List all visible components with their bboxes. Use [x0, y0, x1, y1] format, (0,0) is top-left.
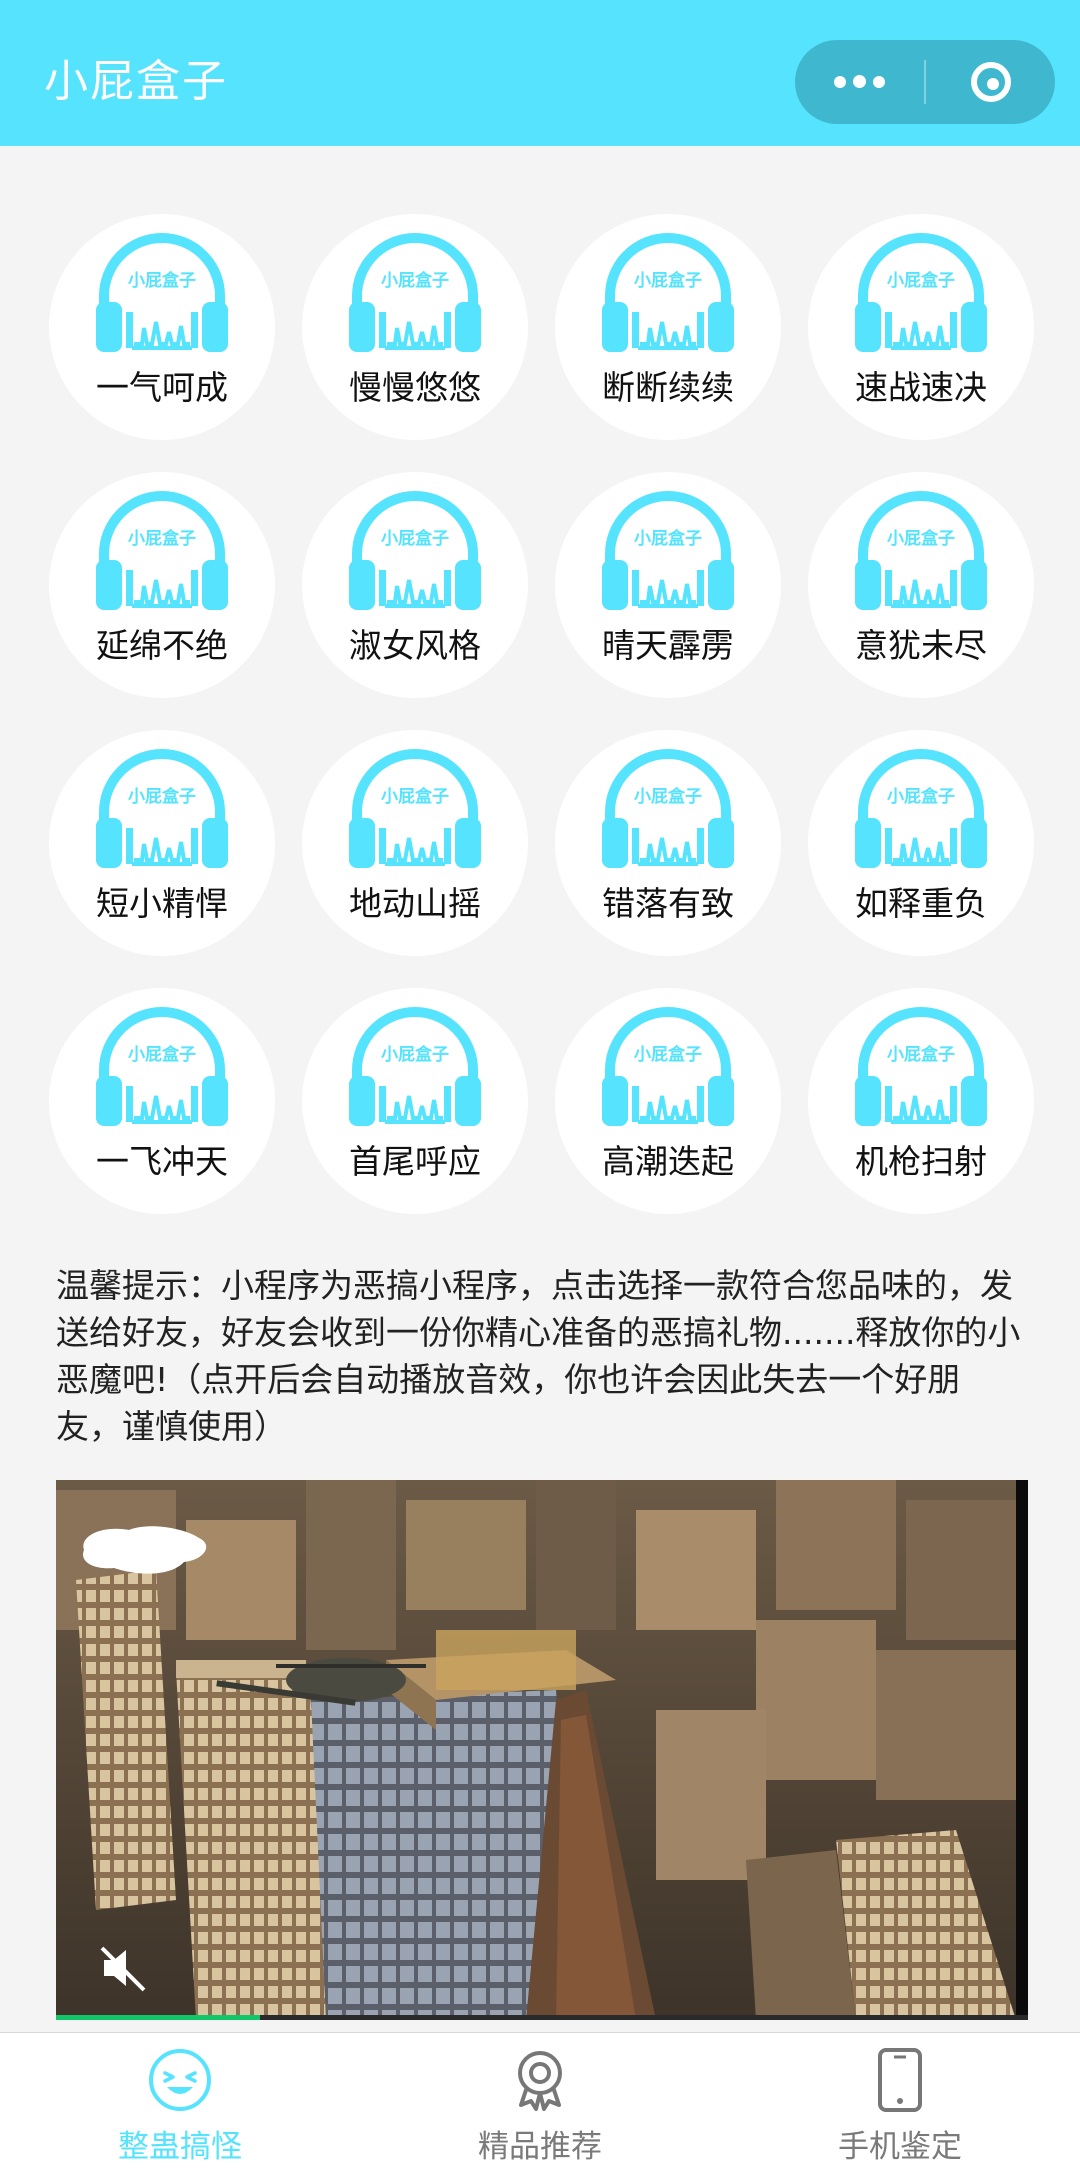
headphones-logo-icon: 小屁盒子	[855, 1007, 987, 1126]
tab-prank[interactable]: 整蛊搞怪	[0, 2033, 360, 2177]
video-player[interactable]	[56, 1480, 1028, 2020]
smiley-face-icon	[149, 2049, 211, 2111]
sound-tile[interactable]: 小屁盒子 速战速决	[808, 214, 1034, 440]
sound-tile-label: 一气呵成	[96, 368, 228, 407]
headphones-logo-icon: 小屁盒子	[602, 749, 734, 868]
logo-text: 小屁盒子	[634, 786, 702, 807]
logo-text: 小屁盒子	[887, 1044, 955, 1065]
sound-tile[interactable]: 小屁盒子 首尾呼应	[302, 988, 528, 1214]
logo-text: 小屁盒子	[381, 528, 449, 549]
headphones-logo-icon: 小屁盒子	[349, 491, 481, 610]
video-progress-fill	[56, 2015, 261, 2020]
headphones-logo-icon: 小屁盒子	[855, 491, 987, 610]
headphones-logo-icon: 小屁盒子	[602, 233, 734, 352]
headphones-logo-icon: 小屁盒子	[855, 749, 987, 868]
page-title: 小屁盒子	[44, 56, 228, 107]
headphones-logo-icon: 小屁盒子	[96, 1007, 228, 1126]
headphones-logo-icon: 小屁盒子	[855, 233, 987, 352]
sound-tile-label: 如释重负	[855, 884, 987, 923]
logo-text: 小屁盒子	[381, 1044, 449, 1065]
sound-tile-label: 断断续续	[602, 368, 734, 407]
sound-tile[interactable]: 小屁盒子 晴天霹雳	[555, 472, 781, 698]
sound-tile-label: 短小精悍	[96, 884, 228, 923]
tab-label: 整蛊搞怪	[118, 2129, 242, 2165]
logo-text: 小屁盒子	[887, 270, 955, 291]
sound-tile-label: 地动山摇	[349, 884, 481, 923]
more-dots-icon[interactable]	[795, 40, 924, 124]
phone-icon	[878, 2048, 922, 2112]
tab-label: 手机鉴定	[838, 2129, 962, 2165]
target-circle-icon[interactable]	[926, 40, 1055, 124]
sound-tile[interactable]: 小屁盒子 延绵不绝	[49, 472, 275, 698]
headphones-logo-icon: 小屁盒子	[96, 749, 228, 868]
sound-tile[interactable]: 小屁盒子 短小精悍	[49, 730, 275, 956]
logo-text: 小屁盒子	[128, 1044, 196, 1065]
logo-text: 小屁盒子	[128, 270, 196, 291]
sound-tile-label: 延绵不绝	[96, 626, 228, 665]
logo-text: 小屁盒子	[634, 528, 702, 549]
sound-tile[interactable]: 小屁盒子 地动山摇	[302, 730, 528, 956]
mute-icon[interactable]	[94, 1940, 150, 1996]
redacted-watermark	[83, 1526, 207, 1574]
sound-tile[interactable]: 小屁盒子 一气呵成	[49, 214, 275, 440]
sound-tile[interactable]: 小屁盒子 机枪扫射	[808, 988, 1034, 1214]
headphones-logo-icon: 小屁盒子	[349, 233, 481, 352]
tab-label: 精品推荐	[478, 2129, 602, 2165]
headphones-logo-icon: 小屁盒子	[349, 749, 481, 868]
logo-text: 小屁盒子	[381, 786, 449, 807]
logo-text: 小屁盒子	[634, 270, 702, 291]
logo-text: 小屁盒子	[128, 528, 196, 549]
logo-text: 小屁盒子	[887, 786, 955, 807]
logo-text: 小屁盒子	[634, 1044, 702, 1065]
headphones-logo-icon: 小屁盒子	[96, 233, 228, 352]
sound-tile-label: 高潮迭起	[602, 1142, 734, 1181]
headphones-logo-icon: 小屁盒子	[96, 491, 228, 610]
headphones-logo-icon: 小屁盒子	[349, 1007, 481, 1126]
sound-tile[interactable]: 小屁盒子 错落有致	[555, 730, 781, 956]
logo-text: 小屁盒子	[128, 786, 196, 807]
sound-tile[interactable]: 小屁盒子 慢慢悠悠	[302, 214, 528, 440]
tab-phone-check[interactable]: 手机鉴定	[720, 2033, 1080, 2177]
headphones-logo-icon: 小屁盒子	[602, 1007, 734, 1126]
tab-bar: 整蛊搞怪 精品推荐 手机鉴定	[0, 2032, 1080, 2177]
sound-tile[interactable]: 小屁盒子 意犹未尽	[808, 472, 1034, 698]
logo-text: 小屁盒子	[887, 528, 955, 549]
sound-tile-label: 机枪扫射	[855, 1142, 987, 1181]
sound-tile-label: 淑女风格	[349, 626, 481, 665]
headphones-logo-icon: 小屁盒子	[602, 491, 734, 610]
sound-tile-label: 一飞冲天	[96, 1142, 228, 1181]
sound-tile[interactable]: 小屁盒子 如释重负	[808, 730, 1034, 956]
capsule-menu	[795, 40, 1055, 124]
sound-tile-label: 首尾呼应	[349, 1142, 481, 1181]
sound-tile-label: 意犹未尽	[855, 626, 987, 665]
sound-tile[interactable]: 小屁盒子 淑女风格	[302, 472, 528, 698]
sound-tile-label: 慢慢悠悠	[349, 368, 481, 407]
tab-recommend[interactable]: 精品推荐	[360, 2033, 720, 2177]
sound-tile-label: 错落有致	[602, 884, 734, 923]
title-bar: 小屁盒子	[0, 0, 1080, 146]
notice-text: 温馨提示：小程序为恶搞小程序，点击选择一款符合您品味的，发送给好友，好友会收到一…	[56, 1266, 1021, 1446]
sound-tile-label: 速战速决	[855, 368, 987, 407]
sound-tile[interactable]: 小屁盒子 断断续续	[555, 214, 781, 440]
sound-tile-label: 晴天霹雳	[602, 626, 734, 665]
sound-tile[interactable]: 小屁盒子 高潮迭起	[555, 988, 781, 1214]
logo-text: 小屁盒子	[381, 270, 449, 291]
award-badge-icon	[518, 2051, 562, 2111]
sound-tile[interactable]: 小屁盒子 一飞冲天	[49, 988, 275, 1214]
